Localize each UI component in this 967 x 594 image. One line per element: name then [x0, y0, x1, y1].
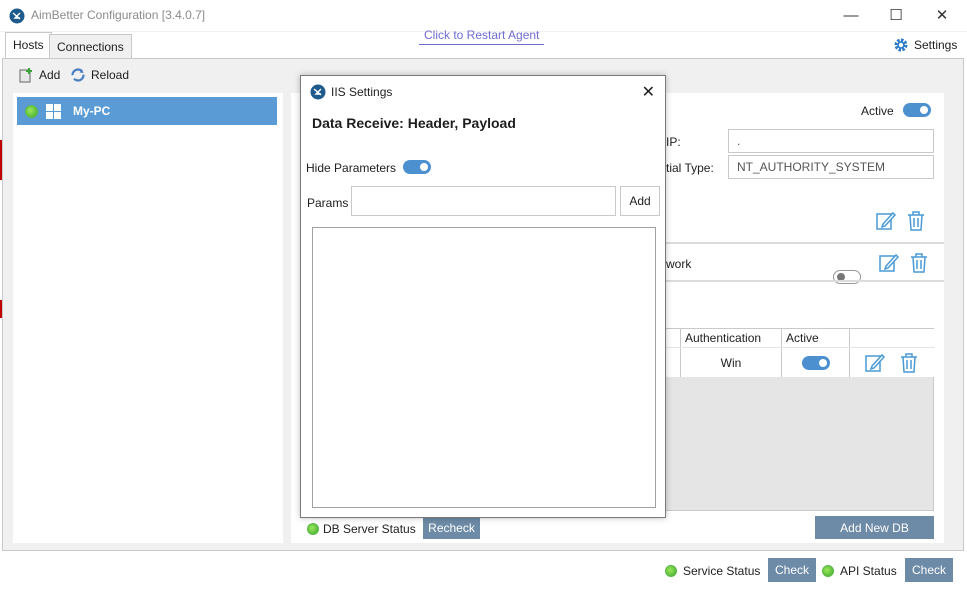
hide-parameters-label: Hide Parameters: [306, 161, 397, 175]
tab-hosts[interactable]: Hosts: [5, 32, 52, 58]
params-input[interactable]: [351, 186, 616, 216]
divider: [666, 242, 944, 244]
api-check-button[interactable]: Check: [905, 558, 953, 582]
edit-icon[interactable]: [875, 210, 897, 232]
windows-icon: [46, 103, 61, 119]
recheck-button[interactable]: Recheck: [423, 517, 480, 539]
host-item[interactable]: My-PC: [17, 97, 277, 125]
api-status-label: API Status: [840, 564, 897, 578]
host-name: My-PC: [73, 104, 111, 118]
db-server-status-label: DB Server Status: [323, 521, 416, 536]
db-server-status: DB Server Status: [307, 517, 416, 540]
hosts-list: [13, 93, 283, 543]
close-button[interactable]: ✕: [930, 4, 954, 26]
params-add-button[interactable]: Add: [620, 186, 660, 216]
db-grid: Authentication Active Win: [663, 328, 934, 511]
reload-button[interactable]: Reload: [70, 67, 129, 83]
grid-cell-authentication: Win: [681, 348, 782, 377]
settings-label: Settings: [914, 38, 958, 52]
ip-field[interactable]: .: [728, 129, 934, 153]
edit-icon[interactable]: [864, 352, 886, 374]
window-title: AimBetter Configuration [3.4.0.7]: [31, 8, 206, 22]
aimbetter-logo-icon: [9, 8, 25, 24]
params-label: Params: [307, 196, 349, 210]
divider: [666, 280, 944, 282]
db-active-toggle[interactable]: [801, 355, 830, 370]
delete-icon[interactable]: [908, 252, 930, 274]
grid-header-active: Active: [782, 329, 850, 347]
hide-parameters-toggle[interactable]: [403, 160, 431, 174]
add-new-db-button[interactable]: Add New DB: [815, 516, 934, 539]
minimize-button[interactable]: —: [839, 4, 863, 26]
credential-type-field[interactable]: NT_AUTHORITY_SYSTEM: [728, 155, 934, 179]
ip-label: IP:: [666, 135, 681, 149]
iis-settings-dialog: IIS Settings ✕ Data Receive: Header, Pay…: [300, 75, 666, 518]
tab-connections-label: Connections: [57, 40, 124, 54]
grid-cell-active: [782, 348, 850, 377]
settings-button[interactable]: Settings: [893, 37, 957, 53]
delete-icon[interactable]: [905, 210, 927, 232]
active-label: Active: [861, 104, 894, 118]
dialog-heading: Data Receive: Header, Payload: [312, 115, 516, 131]
dialog-title: IIS Settings: [331, 85, 393, 99]
add-host-button[interactable]: Add: [18, 67, 60, 83]
gear-icon: [894, 38, 908, 52]
grid-header-cell: [664, 329, 681, 347]
reload-icon: [71, 68, 85, 82]
restart-agent-link[interactable]: Click to Restart Agent: [419, 28, 545, 45]
grid-cell: [664, 348, 681, 377]
add-host-label: Add: [39, 68, 61, 82]
grid-cell-actions: [850, 348, 934, 377]
service-status-label: Service Status: [683, 564, 761, 578]
status-dot: [822, 565, 834, 577]
maximize-button[interactable]: ☐: [884, 4, 908, 26]
reload-label: Reload: [91, 68, 130, 82]
status-dot: [307, 522, 319, 535]
service-check-button[interactable]: Check: [768, 558, 816, 582]
tab-hosts-label: Hosts: [13, 38, 44, 52]
dialog-close-button[interactable]: ✕: [642, 82, 655, 102]
credential-type-label: tial Type:: [666, 161, 714, 175]
host-status-dot: [25, 104, 38, 118]
aimbetter-logo-icon: [310, 84, 326, 100]
add-page-icon: [19, 68, 32, 83]
status-dot: [665, 565, 677, 577]
api-status: API Status: [822, 559, 897, 583]
params-list[interactable]: [312, 227, 656, 508]
grid-header-actions: [850, 329, 934, 347]
delete-icon[interactable]: [898, 352, 920, 374]
service-status: Service Status: [665, 559, 760, 583]
network-label: work: [666, 257, 692, 271]
active-toggle[interactable]: [903, 103, 931, 117]
edit-icon[interactable]: [878, 252, 900, 274]
tab-connections[interactable]: Connections: [49, 34, 132, 58]
grid-header-authentication: Authentication: [681, 329, 782, 347]
